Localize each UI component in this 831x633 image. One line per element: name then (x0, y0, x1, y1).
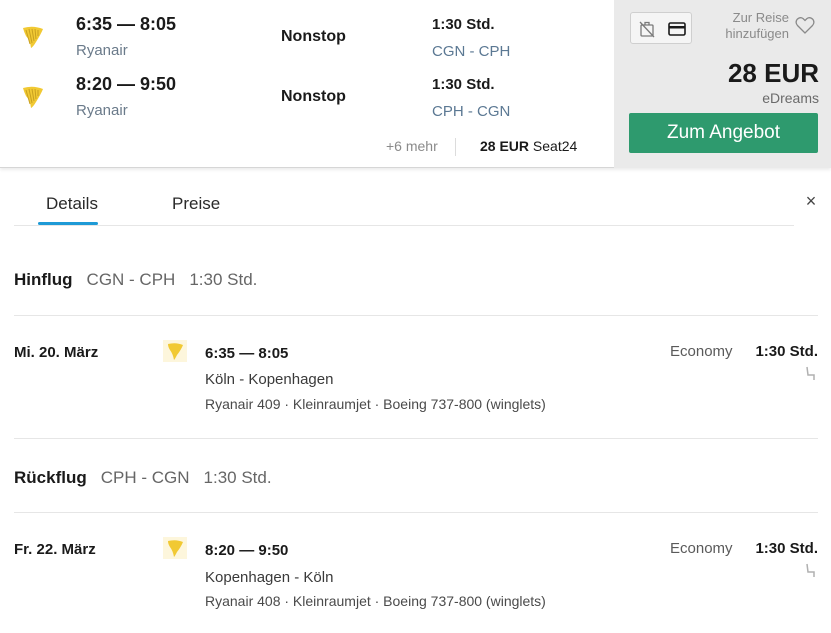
view-offer-button[interactable]: Zum Angebot (629, 113, 818, 153)
inbound-header: Rückflug CPH - CGN 1:30 Std. (14, 468, 272, 488)
leg-route: CGN - CPH (432, 43, 511, 60)
price-panel: Zur Reise hinzufügen 28 EUR eDreams Zum … (614, 0, 831, 168)
ryanair-harp-icon (163, 340, 187, 362)
flight-result-card[interactable]: 6:35 — 8:05 Ryanair Nonstop 1:30 Std. CG… (0, 0, 831, 168)
segment-cabin: Economy (670, 540, 733, 557)
heart-icon[interactable] (794, 14, 816, 36)
tab-prices[interactable]: Preise (172, 194, 220, 214)
detail-tabs: Details Preise (14, 186, 794, 226)
outbound-route: CGN - CPH (86, 270, 176, 289)
ryanair-harp-icon (23, 26, 43, 48)
leg-airline: Ryanair (76, 42, 128, 59)
segment-duration: 1:30 Std. (755, 343, 818, 360)
leg-route: CPH - CGN (432, 103, 511, 120)
seat-icon (806, 366, 815, 380)
divider (14, 512, 818, 513)
seat-icon (806, 563, 815, 577)
segment-duration: 1:30 Std. (755, 540, 818, 557)
segment-flight-info: Ryanair 408 · Kleinraumjet · Boeing 737-… (205, 593, 546, 609)
alternative-provider: Seat24 (532, 138, 578, 154)
inbound-leg-row: 8:20 — 9:50 Ryanair Nonstop 1:30 Std. CP… (0, 70, 614, 130)
segment-cabin: Economy (670, 343, 733, 360)
offer-price: 28 EUR (727, 58, 819, 88)
inbound-title: Rückflug (14, 468, 87, 487)
leg-airline: Ryanair (76, 102, 128, 119)
offer-provider: eDreams (762, 90, 819, 106)
leg-duration: 1:30 Std. (432, 76, 495, 93)
outbound-title: Hinflug (14, 270, 73, 289)
tab-details[interactable]: Details (46, 194, 98, 214)
no-bag-icon (639, 21, 655, 38)
alternative-offer-link[interactable]: 28 EUR Seat24 (480, 138, 577, 154)
segment-date: Mi. 20. März (14, 344, 99, 361)
divider (14, 438, 818, 439)
add-to-trip-label[interactable]: Zur Reise hinzufügen (709, 10, 789, 42)
leg-times: 6:35 — 8:05 (76, 14, 177, 34)
leg-times: 8:20 — 9:50 (76, 74, 177, 94)
ryanair-harp-icon (163, 537, 187, 559)
inbound-duration: 1:30 Std. (203, 468, 272, 487)
segment-date: Fr. 22. März (14, 541, 96, 558)
leg-stops: Nonstop (281, 28, 346, 45)
segment-times: 6:35 — 8:05 (205, 345, 289, 362)
divider (455, 138, 456, 156)
outbound-header: Hinflug CGN - CPH 1:30 Std. (14, 270, 257, 290)
divider (14, 315, 818, 316)
alternative-price: 28 EUR (480, 138, 530, 154)
ryanair-harp-icon (23, 86, 43, 108)
leg-stops: Nonstop (281, 88, 346, 105)
segment-times: 8:20 — 9:50 (205, 542, 289, 559)
outbound-duration: 1:30 Std. (189, 270, 258, 289)
segment-flight-info: Ryanair 409 · Kleinraumjet · Boeing 737-… (205, 396, 546, 412)
outbound-leg-row: 6:35 — 8:05 Ryanair Nonstop 1:30 Std. CG… (0, 10, 614, 70)
fare-features[interactable] (630, 12, 692, 44)
close-icon[interactable]: × (802, 192, 820, 210)
active-tab-indicator (38, 222, 98, 225)
segment-cities: Köln - Kopenhagen (205, 371, 334, 388)
segment-cities: Kopenhagen - Köln (205, 569, 334, 586)
credit-card-icon (668, 22, 686, 36)
leg-duration: 1:30 Std. (432, 16, 495, 33)
more-offers-link[interactable]: +6 mehr (386, 138, 438, 154)
inbound-route: CPH - CGN (100, 468, 190, 487)
